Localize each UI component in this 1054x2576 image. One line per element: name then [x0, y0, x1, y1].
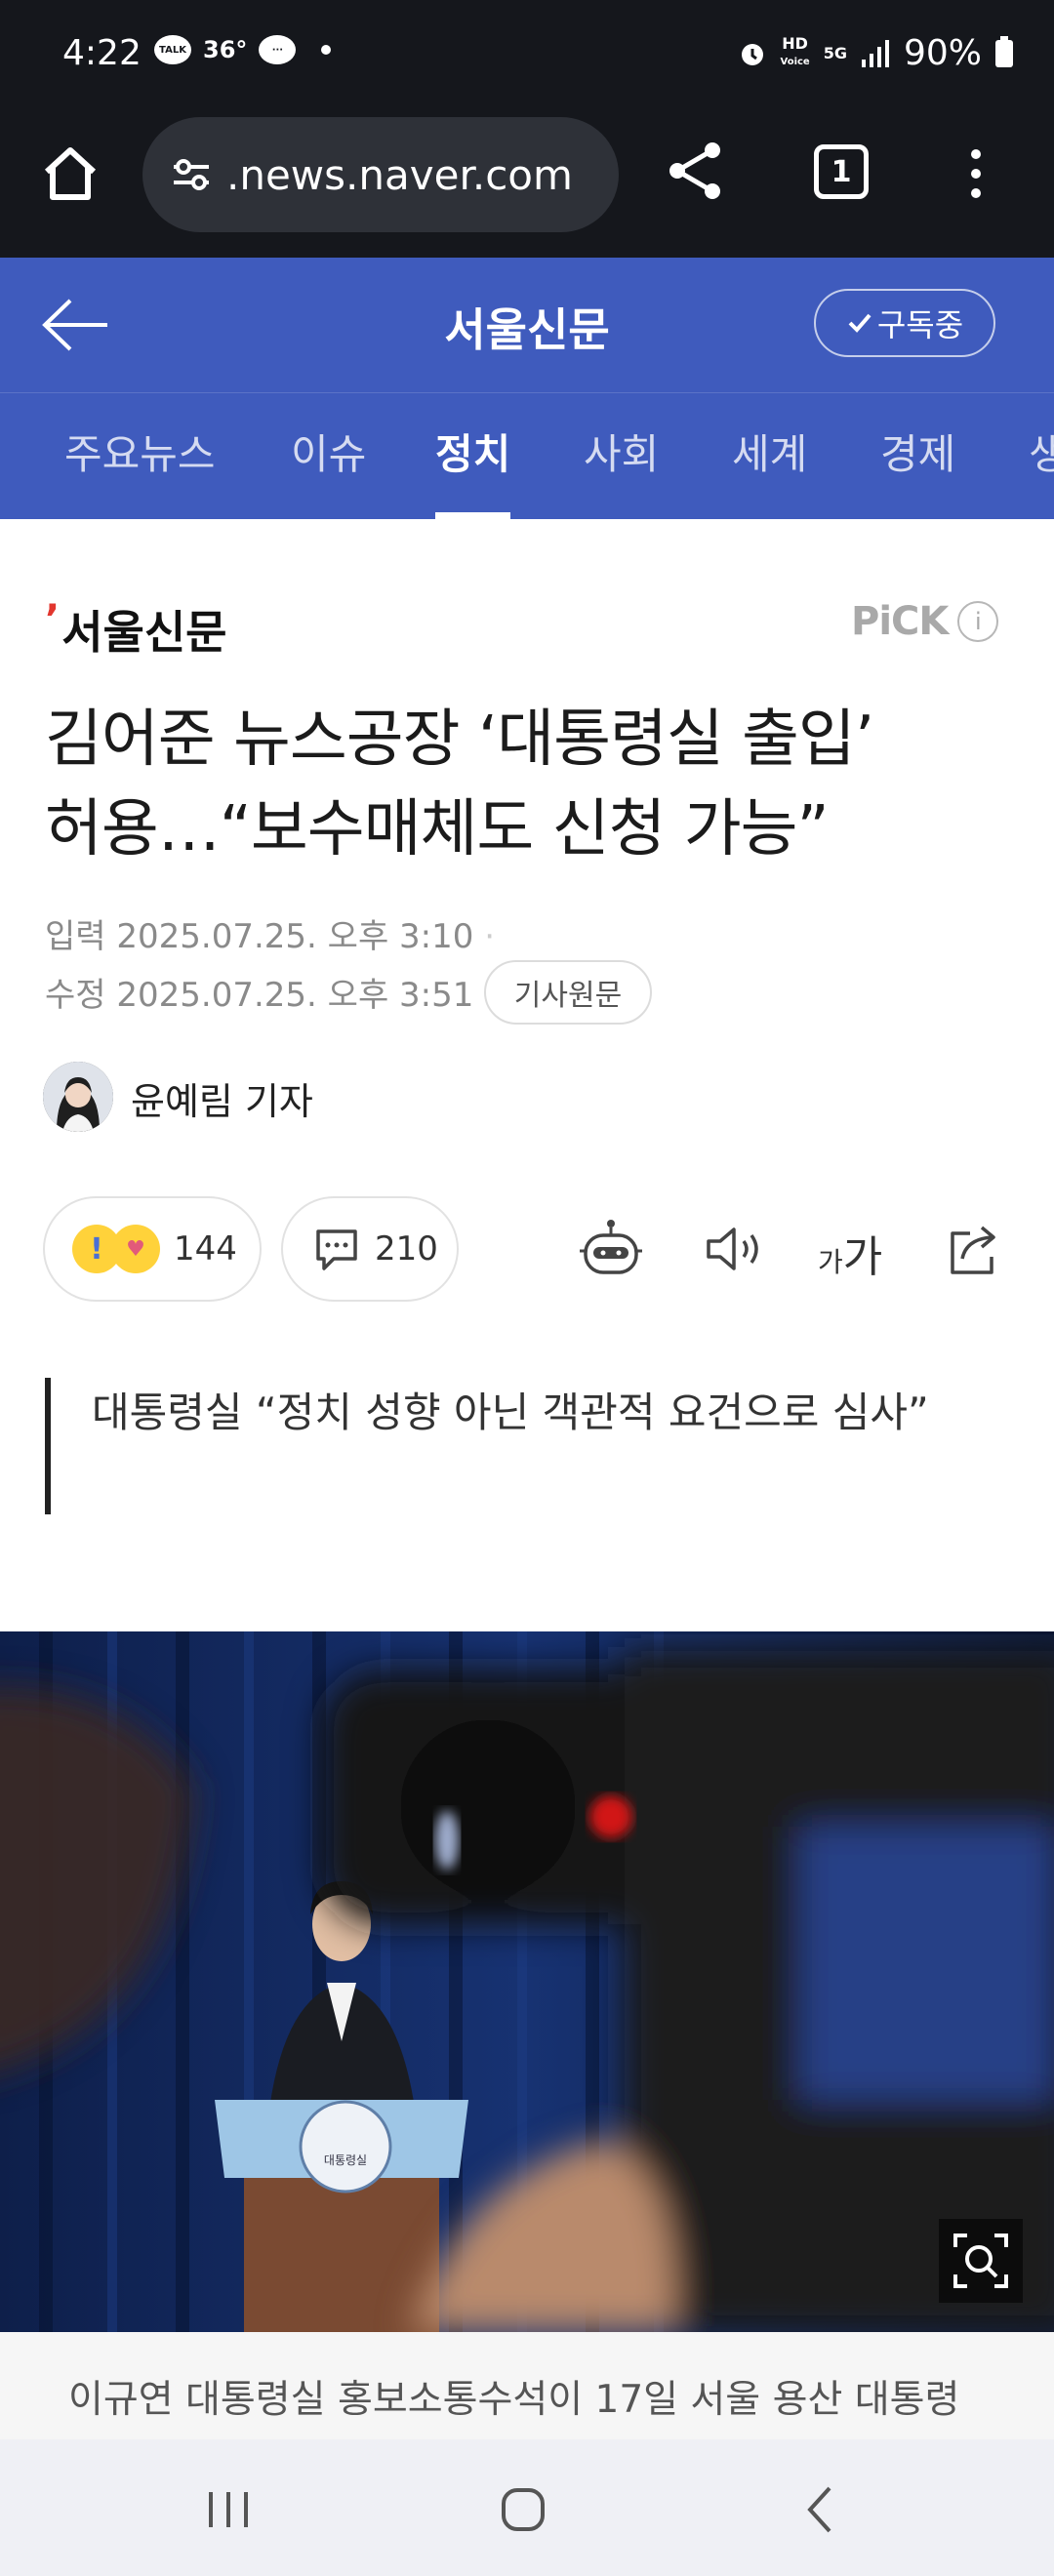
reporter-name[interactable]: 윤예림 기자	[131, 1071, 313, 1125]
more-menu-icon[interactable]	[966, 146, 986, 201]
modified-value: 2025.07.25. 오후 3:51	[116, 976, 474, 1015]
address-bar[interactable]: .news.naver.com	[142, 117, 619, 232]
kakaotalk-icon: TALK	[154, 35, 191, 64]
comment-count: 210	[375, 1229, 438, 1268]
comment-button[interactable]: 210	[281, 1196, 459, 1302]
headline-line-2: 허용…“보수매체도 신청 가능”	[45, 793, 830, 865]
subscribe-label: 구독중	[876, 306, 964, 343]
pick-badge[interactable]: PiCK i	[851, 599, 999, 644]
more-notifications-icon	[321, 45, 332, 55]
press-header: 서울신문 구독중	[0, 258, 1054, 392]
published-date: 입력 2025.07.25. 오후 3:10 ·	[45, 917, 496, 956]
system-nav-bar	[0, 2439, 1054, 2576]
article-share-icon[interactable]	[939, 1214, 1009, 1284]
tab-economy[interactable]: 경제	[880, 393, 955, 519]
font-size-small: 가	[818, 1246, 843, 1278]
modified-date: 수정 2025.07.25. 오후 3:51	[45, 968, 473, 1016]
notification-icons: TALK 36° ···	[154, 35, 332, 64]
logo-mark: ’	[45, 597, 61, 642]
status-time: 4:22	[62, 33, 142, 73]
recent-apps-icon[interactable]	[193, 2475, 264, 2545]
5g-icon: 5G	[823, 43, 847, 62]
photo-caption: 이규연 대통령실 홍보소통수석이 17일 서울 용산 대통령	[0, 2332, 1054, 2441]
browser-toolbar: .news.naver.com 1	[0, 109, 1054, 258]
tab-main-news[interactable]: 주요뉴스	[64, 393, 216, 519]
tab-world[interactable]: 세계	[732, 393, 807, 519]
headline-line-1: 김어준 뉴스공장 ‘대통령실 출입’	[45, 704, 874, 776]
tab-society[interactable]: 사회	[584, 393, 659, 519]
reporter-avatar[interactable]	[43, 1062, 113, 1132]
signal-icon	[861, 39, 889, 67]
url-text: .news.naver.com	[226, 150, 573, 199]
text-to-speech-icon[interactable]	[699, 1214, 769, 1284]
original-article-button[interactable]: 기사원문	[484, 960, 652, 1025]
comment-icon	[316, 1229, 357, 1270]
info-icon[interactable]: i	[957, 601, 999, 642]
hd-voice-icon: HD Voice	[780, 34, 810, 68]
temperature: 36°	[203, 36, 248, 63]
press-logo-text: 서울신문	[61, 606, 227, 659]
heart-eyes-emoji-icon: ♥	[111, 1225, 160, 1273]
home-nav-icon[interactable]	[488, 2475, 558, 2545]
published-label: 입력	[45, 917, 106, 956]
article-photo[interactable]: 대통령실	[0, 1631, 1054, 2332]
photo-zoom-button[interactable]	[939, 2219, 1023, 2303]
reaction-count: 144	[174, 1229, 237, 1268]
font-size-button[interactable]: 가가	[818, 1222, 882, 1284]
section-tabs: 주요뉴스 이슈 정치 사회 세계 경제 생	[0, 392, 1054, 519]
podium-label: 대통령실	[324, 2153, 367, 2167]
subscribe-button[interactable]: 구독중	[814, 289, 995, 357]
site-settings-icon[interactable]	[170, 153, 213, 196]
tab-life[interactable]: 생	[1029, 393, 1054, 519]
back-nav-icon[interactable]	[787, 2475, 857, 2545]
message-icon: ···	[259, 35, 297, 64]
battery-percent: 90%	[903, 33, 982, 73]
tab-issue[interactable]: 이슈	[291, 393, 366, 519]
summary-bot-icon[interactable]	[576, 1214, 646, 1284]
battery-icon	[995, 35, 1013, 67]
press-briefing-photo: 대통령실	[0, 1631, 1054, 2332]
modified-label: 수정	[45, 976, 106, 1015]
zoom-icon	[953, 2234, 1008, 2288]
status-bar: 4:22 TALK 36° ··· HD Voice 5G 90%	[0, 0, 1054, 109]
check-icon	[848, 313, 872, 333]
font-size-large: 가	[842, 1232, 883, 1282]
share-icon[interactable]	[664, 139, 728, 203]
status-right: HD Voice 5G 90%	[738, 33, 1013, 73]
article: ’서울신문 PiCK i 김어준 뉴스공장 ‘대통령실 출입’ 허용…“보수매체…	[0, 519, 1054, 1631]
article-summary: 대통령실 “정치 성향 아닌 객관적 요건으로 심사”	[45, 1378, 1011, 1514]
reaction-button[interactable]: ! ♥ 144	[43, 1196, 262, 1302]
home-icon[interactable]	[39, 142, 101, 205]
tab-politics[interactable]: 정치	[435, 393, 511, 519]
pick-label: PiCK	[851, 599, 949, 644]
published-value: 2025.07.25. 오후 3:10	[116, 917, 474, 956]
alarm-icon	[741, 43, 763, 65]
article-headline: 김어준 뉴스공장 ‘대통령실 출입’ 허용…“보수매체도 신청 가능”	[45, 695, 1021, 874]
tab-switcher-button[interactable]: 1	[814, 144, 869, 199]
press-logo[interactable]: ’서울신문	[45, 597, 226, 662]
